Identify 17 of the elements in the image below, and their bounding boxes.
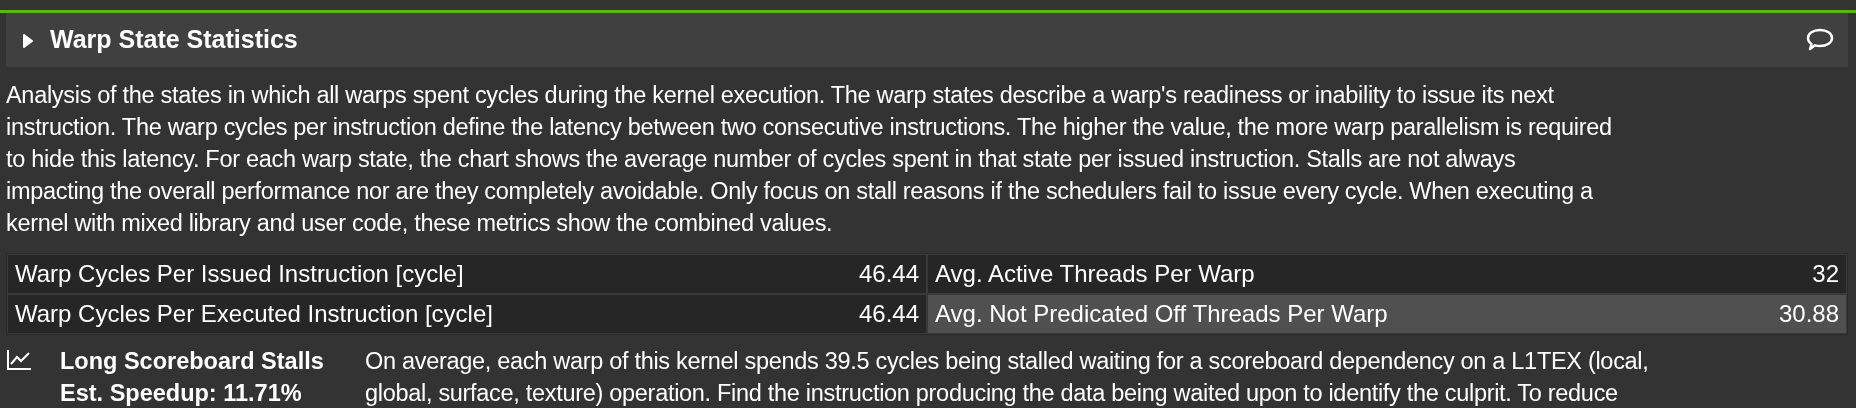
metric-value: 46.44 [858,259,919,289]
metric-label: Warp Cycles Per Issued Instruction [cycle] [15,259,464,289]
metric-label: Avg. Not Predicated Off Threads Per Warp [935,299,1388,329]
metric-label: Warp Cycles Per Executed Instruction [cycle] [15,299,493,329]
description-text: Analysis of the states in which all warps spent cycles during the kernel execution. The warp states describe a warp's readiness or inability to issue its next instruction. The warp cycles per instruction define the latency between two consecutive instructions. The higher the value, the more warp parallelism is required to hide this latency. For each warp state, the chart shows the average number of cycles spent in that state per issued instruction. Stalls are not always impacting the overall performance nor are they completely avoidable. Only focus on stall reasons if the schedulers fail to issue every cycle. When executing a kernel with mixed library and user code, these metrics show the combined values. [6,81,1613,238]
speedup-text: Est. Speedup: 11.71% [60,379,303,408]
metric-label: Avg. Active Threads Per Warp [935,259,1255,289]
metric-row[interactable]: Warp Cycles Per Issued Instruction [cycle] 46.44 [7,254,927,294]
metric-value: 30.88 [1778,299,1839,329]
metric-row[interactable]: Avg. Not Predicated Off Threads Per Warp 30.88 [927,294,1847,334]
metric-row[interactable]: Warp Cycles Per Executed Instruction [cycle] 46.44 [7,294,927,334]
recommendation-text: On average, each warp of this kernel spends 39.5 cycles being stalled waiting for a scoreboard dependency on a L1TEX (local, global, surface, texture) operation. Find the instruction producing the data being waited upon to identify the culprit. To reduce [365,347,1649,408]
metric-value: 46.44 [858,299,919,329]
metric-value: 32 [1812,259,1839,289]
metric-row[interactable]: Avg. Active Threads Per Warp 32 [927,254,1847,294]
recommendation-title: Long Scoreboard Stalls [60,347,325,376]
section-title[interactable]: Warp State Statistics [50,21,298,59]
